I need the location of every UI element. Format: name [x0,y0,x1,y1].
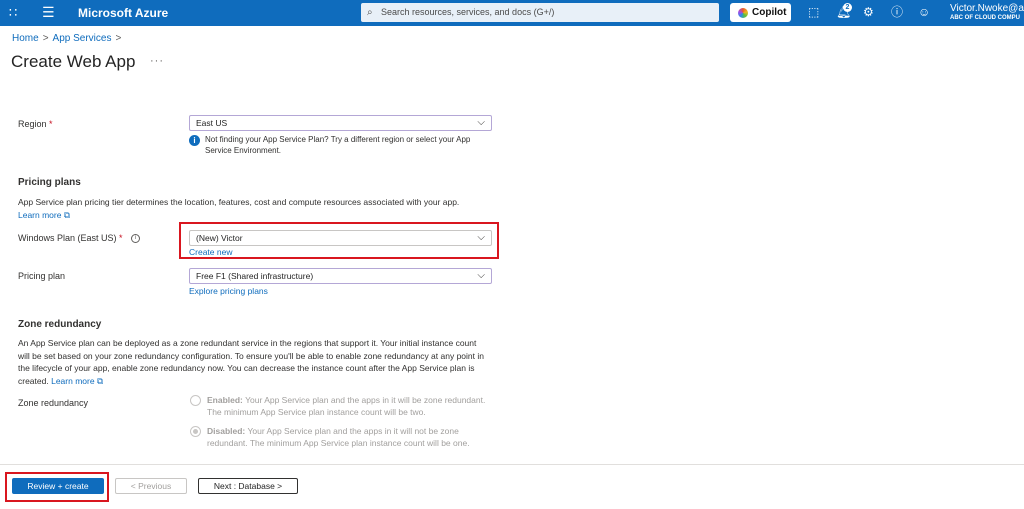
brand-title[interactable]: Microsoft Azure [78,6,168,20]
enabled-option-text: Enabled: Your App Service plan and the a… [207,394,490,418]
disabled-option-description: Your App Service plan and the apps in it… [207,426,470,448]
pricing-plan-dropdown[interactable]: Free F1 (Shared infrastructure) ⌵ [189,268,492,284]
cloud-shell-icon[interactable]: ⬚ [808,5,819,19]
disabled-option-text: Disabled: Your App Service plan and the … [207,425,490,449]
enabled-option-title: Enabled: [207,395,243,405]
pricing-learn-more-link[interactable]: Learn more ⧉ [18,210,70,220]
user-tenant: ABC OF CLOUD COMPU [950,15,1020,21]
info-circle-icon[interactable]: i [131,234,141,244]
radio-disabled[interactable] [190,426,201,437]
zone-redundancy-description: An App Service plan can be deployed as a… [18,337,486,387]
required-asterisk: * [119,233,123,243]
copilot-button[interactable]: Copilot [730,3,791,22]
external-link-icon: ⧉ [96,375,104,386]
zone-redundancy-label: Zone redundancy [18,398,89,408]
settings-gear-icon[interactable]: ⚙ [863,5,874,19]
chevron-down-icon: ⌵ [477,117,485,128]
portal-menu-grid-icon[interactable]: ∷ [9,6,17,19]
region-dropdown[interactable]: East US ⌵ [189,115,492,131]
zone-learn-more-text: Learn more [51,375,95,386]
pricing-plans-description-text: App Service plan pricing tier determines… [18,197,460,207]
radio-enabled[interactable] [190,395,201,406]
pricing-plan-label: Pricing plan [18,271,66,281]
search-icon: ⌕ [367,7,373,18]
help-icon[interactable]: ⓘ [891,5,903,19]
feedback-icon[interactable]: ☺ [918,5,930,19]
notifications-count-badge: 2 [843,3,852,12]
zone-redundancy-heading: Zone redundancy [18,319,102,330]
region-label-text: Region [18,119,47,129]
breadcrumb: Home > App Services > [12,33,125,44]
windows-plan-label: Windows Plan (East US) * i [18,233,141,244]
external-link-icon: ⧉ [63,209,70,220]
previous-button[interactable]: < Previous [115,478,187,494]
region-info-text: Not finding your App Service Plan? Try a… [205,135,471,155]
copilot-label: Copilot [752,7,787,18]
global-search-input[interactable]: ⌕ Search resources, services, and docs (… [361,3,719,22]
disabled-option-title: Disabled: [207,426,246,436]
pricing-plans-description: App Service plan pricing tier determines… [18,196,488,221]
explore-pricing-plans-link[interactable]: Explore pricing plans [189,286,268,296]
more-options-icon[interactable]: ··· [150,55,164,67]
account-menu[interactable]: Victor.Nwoke@a ABC OF CLOUD COMPU [950,3,1024,22]
region-label: Region * [18,119,53,129]
region-value: East US [196,118,228,128]
page-title: Create Web App [11,52,136,71]
chevron-down-icon: ⌵ [477,270,485,281]
breadcrumb-app-services[interactable]: App Services [53,33,112,44]
azure-top-bar: ∷ ☰ Microsoft Azure ⌕ Search resources, … [0,0,1024,26]
pricing-plan-value: Free F1 (Shared infrastructure) [196,271,314,281]
copilot-icon [738,8,748,18]
windows-plan-highlight-box [179,222,499,259]
enabled-option-description: Your App Service plan and the apps in it… [207,395,486,417]
windows-plan-label-text: Windows Plan (East US) [18,233,117,243]
required-asterisk: * [49,119,53,129]
breadcrumb-home[interactable]: Home [12,33,39,44]
zone-learn-more-link[interactable]: Learn more ⧉ [51,376,103,386]
pricing-plans-heading: Pricing plans [18,177,81,188]
breadcrumb-separator: > [42,33,49,44]
hamburger-menu-icon[interactable]: ☰ [42,5,55,19]
info-icon: i [189,135,200,146]
next-database-button[interactable]: Next : Database > [198,478,298,494]
pricing-learn-more-text: Learn more [18,209,62,220]
search-placeholder: Search resources, services, and docs (G+… [381,7,555,17]
breadcrumb-separator: > [115,33,122,44]
review-create-highlight-box [5,472,109,502]
user-name: Victor.Nwoke@a [950,3,1024,14]
